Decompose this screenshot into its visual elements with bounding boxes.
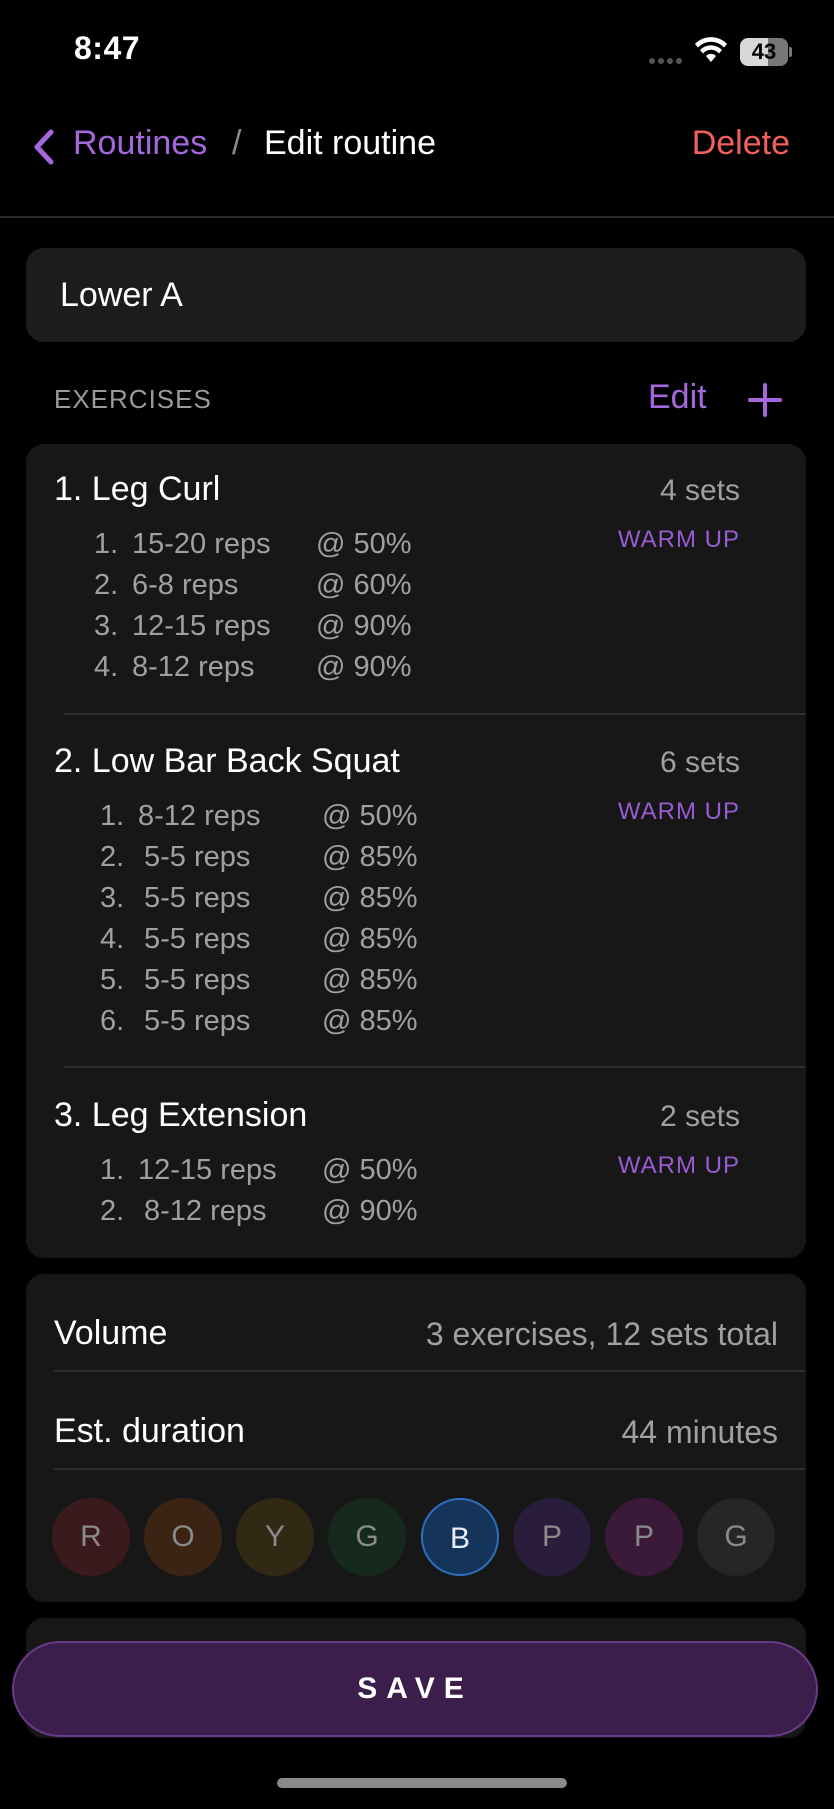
plus-icon[interactable]	[747, 382, 783, 418]
warm-up-badge: WARM UP	[617, 798, 740, 825]
duration-value: 44 minutes	[621, 1414, 778, 1450]
set-intensity: @ 90%	[322, 1195, 418, 1227]
breadcrumb-separator: /	[232, 124, 242, 162]
volume-label: Volume	[54, 1314, 168, 1352]
set-reps: 5-5 reps	[144, 923, 251, 955]
exercise-set-count: 4 sets	[659, 474, 740, 507]
volume-value: 3 exercises, 12 sets total	[425, 1316, 778, 1352]
set-intensity: @ 50%	[322, 1154, 418, 1186]
divider	[64, 1066, 806, 1068]
divider	[54, 1468, 806, 1470]
set-intensity: @ 90%	[316, 651, 412, 683]
set-reps: 8-12 reps	[132, 651, 255, 683]
set-number: 2.	[94, 569, 119, 601]
set-number: 5.	[100, 964, 125, 996]
divider	[64, 713, 806, 715]
routine-name-input[interactable]: Lower A	[26, 248, 806, 342]
set-intensity: @ 85%	[322, 923, 418, 955]
set-reps: 5-5 reps	[144, 841, 251, 873]
wifi-icon	[695, 37, 727, 62]
set-reps: 15-20 reps	[132, 528, 271, 560]
chevron-left-icon[interactable]	[30, 128, 56, 166]
exercises-card: 1. Leg Curl 4 sets WARM UP 1. 15-20 reps…	[26, 444, 806, 1258]
screen: 8:47 43 Routines / Edit routine Delete L…	[0, 0, 834, 1809]
set-reps: 12-15 reps	[132, 610, 271, 642]
save-button[interactable]: SAVE	[12, 1641, 818, 1737]
summary-card: Volume 3 exercises, 12 sets total Est. d…	[26, 1274, 806, 1602]
set-number: 2.	[100, 841, 125, 873]
color-option-pink[interactable]: P	[605, 1498, 683, 1576]
status-bar: 8:47 43	[0, 0, 834, 100]
set-intensity: @ 85%	[322, 964, 418, 996]
set-number: 1.	[94, 528, 119, 560]
color-picker: R O Y G B P P G	[52, 1498, 792, 1576]
set-intensity: @ 85%	[322, 841, 418, 873]
set-number: 3.	[100, 882, 125, 914]
exercise-title: 1. Leg Curl	[54, 470, 221, 508]
exercises-section-label: EXERCISES	[54, 384, 212, 414]
exercise-title: 2. Low Bar Back Squat	[54, 742, 400, 780]
set-reps: 5-5 reps	[144, 882, 251, 914]
duration-label: Est. duration	[54, 1412, 245, 1450]
color-option-red[interactable]: R	[52, 1498, 130, 1576]
divider	[54, 1370, 806, 1372]
set-number: 4.	[94, 651, 119, 683]
battery-icon: 43	[740, 38, 792, 66]
set-number: 1.	[100, 1154, 125, 1186]
color-option-blue[interactable]: B	[421, 1498, 499, 1576]
set-intensity: @ 60%	[316, 569, 412, 601]
set-number: 6.	[100, 1005, 125, 1037]
color-option-gray[interactable]: G	[697, 1498, 775, 1576]
set-reps: 6-8 reps	[132, 569, 239, 601]
set-number: 4.	[100, 923, 125, 955]
set-reps: 12-15 reps	[138, 1154, 277, 1186]
warm-up-badge: WARM UP	[617, 1152, 740, 1179]
set-reps: 8-12 reps	[138, 800, 261, 832]
set-reps: 5-5 reps	[144, 1005, 251, 1037]
battery-level: 43	[751, 39, 777, 64]
set-reps: 8-12 reps	[144, 1195, 267, 1227]
status-time: 8:47	[74, 30, 141, 66]
page-title: Edit routine	[264, 124, 436, 162]
edit-exercises-button[interactable]: Edit	[648, 378, 707, 417]
set-intensity: @ 90%	[316, 610, 412, 642]
color-option-green[interactable]: G	[328, 1498, 406, 1576]
set-intensity: @ 50%	[322, 800, 418, 832]
set-intensity: @ 85%	[322, 882, 418, 914]
home-indicator[interactable]	[277, 1778, 567, 1788]
set-intensity: @ 50%	[316, 528, 412, 560]
color-option-purple[interactable]: P	[513, 1498, 591, 1576]
color-option-orange[interactable]: O	[144, 1498, 222, 1576]
warm-up-badge: WARM UP	[617, 526, 740, 553]
delete-button[interactable]: Delete	[692, 124, 790, 163]
set-number: 1.	[100, 800, 125, 832]
exercise-title: 3. Leg Extension	[54, 1096, 308, 1134]
set-intensity: @ 85%	[322, 1005, 418, 1037]
set-reps: 5-5 reps	[144, 964, 251, 996]
color-option-yellow[interactable]: Y	[236, 1498, 314, 1576]
cellular-signal-icon	[649, 58, 683, 66]
exercise-set-count: 6 sets	[659, 746, 740, 779]
exercise-set-count: 2 sets	[659, 1100, 740, 1133]
back-button[interactable]: Routines	[73, 124, 207, 163]
set-number: 2.	[100, 1195, 125, 1227]
set-number: 3.	[94, 610, 119, 642]
